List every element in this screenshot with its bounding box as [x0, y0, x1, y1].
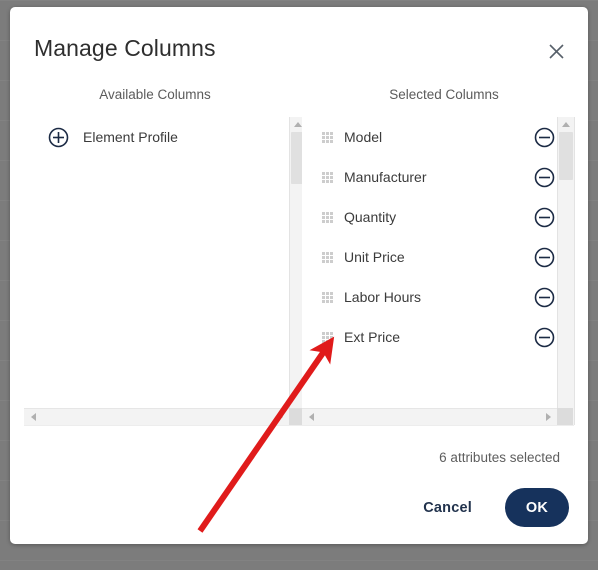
scrollbar-thumb[interactable] [559, 132, 573, 180]
list-item[interactable]: Manufacturer [302, 157, 561, 197]
list-item-label: Quantity [344, 209, 397, 225]
scroll-left-arrow-icon[interactable] [24, 409, 39, 425]
list-item[interactable]: Model [302, 117, 561, 157]
close-icon[interactable] [542, 37, 570, 65]
ok-button[interactable]: OK [505, 488, 569, 527]
drag-handle-icon[interactable] [322, 251, 335, 263]
drag-handle-icon[interactable] [322, 211, 335, 223]
scroll-right-arrow-icon[interactable] [543, 409, 558, 425]
available-horizontal-scrollbar[interactable] [24, 408, 290, 426]
scroll-right-arrow-icon[interactable] [275, 409, 290, 425]
minus-circle-icon[interactable] [534, 207, 555, 228]
drag-handle-icon[interactable] [322, 291, 335, 303]
manage-columns-dialog: Manage Columns Available Columns Selecte… [10, 7, 588, 544]
minus-circle-icon[interactable] [534, 167, 555, 188]
drag-handle-icon[interactable] [322, 131, 335, 143]
divider [24, 425, 574, 426]
attributes-selected-count: 6 attributes selected [439, 450, 560, 465]
list-item-label: Manufacturer [344, 169, 427, 185]
scroll-left-arrow-icon[interactable] [302, 409, 317, 425]
list-item-label: Unit Price [344, 249, 405, 265]
available-columns-header: Available Columns [99, 87, 211, 102]
list-item-label: Model [344, 129, 383, 145]
available-columns-list: Element Profile [24, 117, 283, 425]
available-columns-panel: Element Profile [24, 117, 296, 425]
drag-handle-icon[interactable] [322, 171, 335, 183]
selected-columns-panel: Model Manufacturer Quantity Unit Price L… [302, 117, 574, 425]
minus-circle-icon[interactable] [534, 127, 555, 148]
cancel-button[interactable]: Cancel [423, 500, 472, 516]
plus-circle-icon[interactable] [48, 127, 69, 148]
drag-handle-icon[interactable] [322, 331, 335, 343]
scroll-up-arrow-icon[interactable] [558, 117, 574, 132]
list-item-label: Element Profile [83, 129, 178, 145]
list-item[interactable]: Ext Price [302, 317, 561, 357]
selected-vertical-scrollbar[interactable] [557, 117, 575, 425]
list-item-label: Ext Price [344, 329, 401, 345]
minus-circle-icon[interactable] [534, 247, 555, 268]
list-item[interactable]: Unit Price [302, 237, 561, 277]
dialog-title: Manage Columns [34, 35, 216, 61]
scrollbar-corner [557, 408, 573, 425]
list-item-label: Labor Hours [344, 289, 422, 305]
list-item[interactable]: Quantity [302, 197, 561, 237]
selected-horizontal-scrollbar[interactable] [302, 408, 558, 426]
minus-circle-icon[interactable] [534, 327, 555, 348]
selected-columns-list: Model Manufacturer Quantity Unit Price L… [302, 117, 561, 425]
list-item[interactable]: Element Profile [24, 117, 283, 157]
list-item[interactable]: Labor Hours [302, 277, 561, 317]
minus-circle-icon[interactable] [534, 287, 555, 308]
selected-columns-header: Selected Columns [389, 87, 499, 102]
